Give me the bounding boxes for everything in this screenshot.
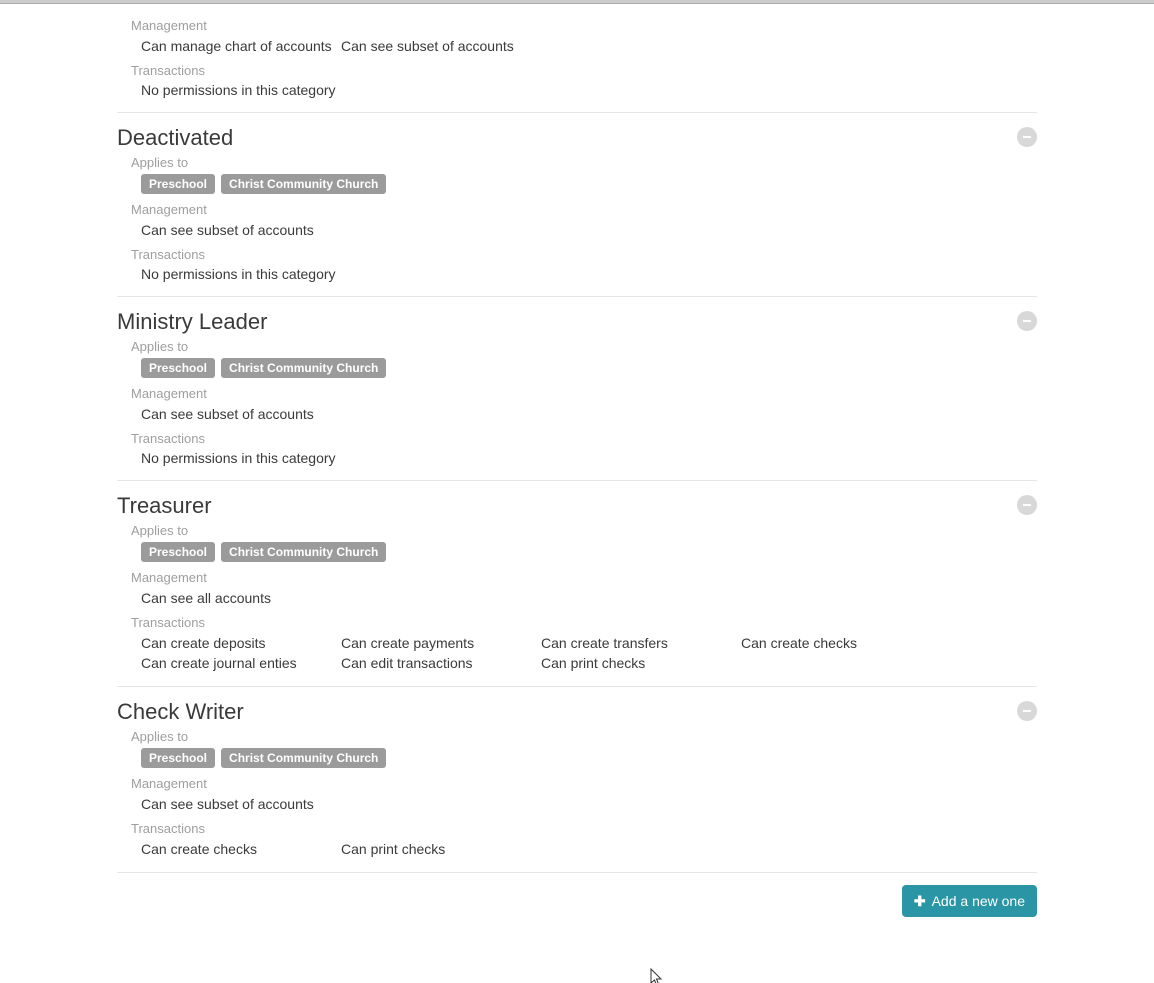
transactions-label: Transactions [117,821,1037,836]
role-title[interactable]: Deactivated [117,125,1037,151]
applies-to-label: Applies to [117,523,1037,538]
remove-role-button[interactable] [1017,701,1037,721]
minus-icon [1022,132,1032,142]
org-tag[interactable]: Christ Community Church [221,358,386,378]
add-row: ✚ Add a new one [117,873,1037,947]
org-tag[interactable]: Christ Community Church [221,174,386,194]
permission-item: Can manage chart of accounts [141,37,341,55]
no-permissions-text: No permissions in this category [117,266,1037,282]
applies-to-label: Applies to [117,729,1037,744]
tag-row: Preschool Christ Community Church [117,542,1037,562]
role-block: Deactivated Applies to Preschool Christ Com… [117,113,1037,297]
management-permissions: Can see all accounts [117,589,1037,607]
org-tag[interactable]: Preschool [141,542,215,562]
permission-item: Can create deposits [141,634,341,652]
permission-item: Can print checks [541,654,741,672]
no-permissions-text: No permissions in this category [117,450,1037,466]
transactions-label: Transactions [117,63,1037,78]
remove-role-button[interactable] [1017,311,1037,331]
org-tag[interactable]: Christ Community Church [221,748,386,768]
management-permissions: Can see subset of accounts [117,405,1037,423]
permission-item: Can create checks [741,634,941,652]
transactions-label: Transactions [117,247,1037,262]
management-permissions: Can see subset of accounts [117,221,1037,239]
permission-item: Can see all accounts [141,589,341,607]
role-block: Ministry Leader Applies to Preschool Christ… [117,297,1037,481]
permission-item: Can see subset of accounts [141,405,341,423]
no-permissions-text: No permissions in this category [117,82,1037,98]
applies-to-label: Applies to [117,155,1037,170]
permission-item: Can print checks [341,840,541,858]
tag-row: Preschool Christ Community Church [117,748,1037,768]
management-label: Management [117,776,1037,791]
role-title[interactable]: Check Writer [117,699,1037,725]
remove-role-button[interactable] [1017,127,1037,147]
permission-item: Can see subset of accounts [341,37,541,55]
org-tag[interactable]: Preschool [141,748,215,768]
permission-item: Can see subset of accounts [141,221,341,239]
tag-row: Preschool Christ Community Church [117,174,1037,194]
org-tag[interactable]: Preschool [141,358,215,378]
permission-item: Can create payments [341,634,541,652]
minus-icon [1022,706,1032,716]
role-title[interactable]: Treasurer [117,493,1037,519]
mouse-cursor [650,968,664,983]
role-block: Treasurer Applies to Preschool Christ Commu… [117,481,1037,687]
org-tag[interactable]: Preschool [141,174,215,194]
tag-row: Preschool Christ Community Church [117,358,1037,378]
management-label: Management [117,202,1037,217]
roles-container: ManagementCan manage chart of accountsCa… [107,4,1047,947]
add-new-role-button[interactable]: ✚ Add a new one [902,885,1037,917]
org-tag[interactable]: Christ Community Church [221,542,386,562]
transactions-label: Transactions [117,431,1037,446]
permission-item: Can create transfers [541,634,741,652]
management-permissions: Can see subset of accounts [117,795,1037,813]
plus-icon: ✚ [914,894,926,908]
management-label: Management [117,570,1037,585]
management-label: Management [117,386,1037,401]
permission-item: Can create journal enties [141,654,341,672]
permission-item: Can create checks [141,840,341,858]
role-block: Management Can manage chart of accountsCa… [117,4,1037,113]
role-block: Check Writer Applies to Preschool Christ Co… [117,687,1037,873]
role-title[interactable]: Ministry Leader [117,309,1037,335]
minus-icon [1022,500,1032,510]
remove-role-button[interactable] [1017,495,1037,515]
permission-item: Can edit transactions [341,654,541,672]
management-permissions: Can manage chart of accountsCan see subs… [117,37,1037,55]
add-new-label: Add a new one [932,893,1025,909]
applies-to-label: Applies to [117,339,1037,354]
transactions-label: Transactions [117,615,1037,630]
management-label: Management [117,18,1037,33]
transaction-permissions: Can create depositsCan create paymentsCa… [117,634,1037,672]
minus-icon [1022,316,1032,326]
permission-item: Can see subset of accounts [141,795,341,813]
transaction-permissions: Can create checksCan print checks [117,840,1037,858]
